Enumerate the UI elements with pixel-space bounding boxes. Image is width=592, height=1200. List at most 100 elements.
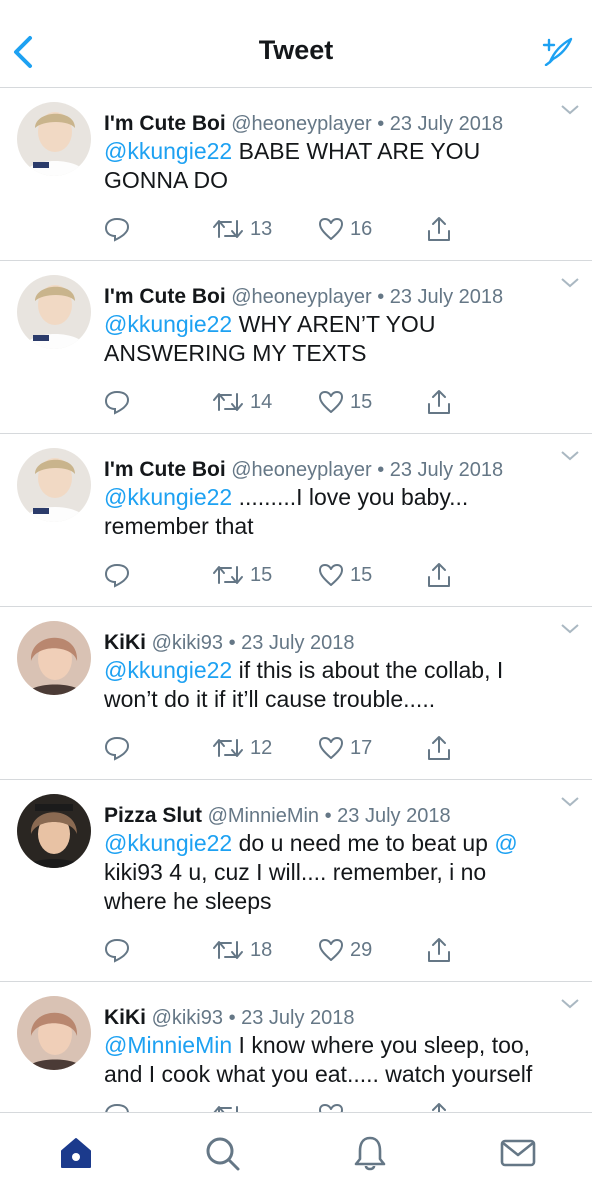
avatar[interactable]: [17, 621, 91, 695]
tweet-date: 23 July 2018: [337, 805, 451, 827]
share-button[interactable]: [426, 733, 452, 763]
dot-separator: •: [228, 632, 242, 654]
tweet-header: I'm Cute Boi @heoneyplayer • 23 July 201…: [104, 458, 552, 482]
chevron-down-icon[interactable]: [560, 104, 580, 116]
reply-button[interactable]: [104, 387, 130, 417]
tweet-item[interactable]: KiKi @kiki93 • 23 July 2018 @kkungie22 i…: [0, 607, 592, 780]
mention-link[interactable]: @kkungie22: [104, 830, 232, 856]
mention-link[interactable]: @MinnieMin: [104, 1032, 232, 1058]
user-handle[interactable]: @heoneyplayer: [231, 286, 371, 308]
reply-button[interactable]: [104, 1100, 130, 1112]
tweet-header: KiKi @kiki93 • 23 July 2018: [104, 631, 552, 655]
top-navigation-bar: Tweet: [0, 0, 592, 88]
tweet-item[interactable]: I'm Cute Boi @heoneyplayer • 23 July 201…: [0, 261, 592, 434]
tweet-text: @kkungie22 BABE WHAT ARE YOU GONNA DO: [104, 138, 481, 193]
retweet-count: 18: [250, 938, 273, 961]
like-button[interactable]: [318, 1100, 344, 1112]
search-icon[interactable]: [202, 1133, 242, 1173]
user-handle[interactable]: @kiki93: [152, 1007, 223, 1029]
tweet-actions: 14 15: [104, 387, 592, 417]
chevron-down-icon[interactable]: [560, 796, 580, 808]
chevron-down-icon[interactable]: [560, 277, 580, 289]
retweet-button[interactable]: [212, 1100, 244, 1112]
display-name[interactable]: KiKi: [104, 1006, 146, 1029]
tweet-item[interactable]: KiKi @kiki93 • 23 July 2018 @MinnieMin I…: [0, 982, 592, 1112]
display-name[interactable]: I'm Cute Boi: [104, 458, 226, 481]
share-button[interactable]: [426, 560, 452, 590]
reply-button[interactable]: [104, 214, 130, 244]
retweet-count: 12: [250, 736, 273, 759]
reply-icon: [104, 217, 130, 242]
notifications-icon[interactable]: [350, 1133, 390, 1173]
tweet-header: Pizza Slut @MinnieMin • 23 July 2018: [104, 804, 552, 828]
like-button[interactable]: 17: [318, 733, 372, 763]
heart-icon: [319, 939, 343, 961]
messages-icon[interactable]: [498, 1133, 538, 1173]
tweet-date: 23 July 2018: [389, 459, 504, 481]
share-icon: [428, 217, 450, 241]
tweet-actions: 15 15: [104, 560, 592, 590]
reply-button[interactable]: [104, 560, 130, 590]
dot-separator: •: [324, 805, 338, 827]
display-name[interactable]: KiKi: [104, 631, 146, 654]
user-handle[interactable]: @kiki93: [152, 632, 223, 654]
share-icon: [428, 563, 450, 587]
home-icon[interactable]: [56, 1133, 96, 1173]
retweet-button[interactable]: 18: [212, 935, 272, 965]
retweet-count: 13: [250, 217, 273, 240]
tweet-header: KiKi @kiki93 • 23 July 2018: [104, 1006, 552, 1030]
heart-icon: [319, 218, 343, 240]
mention-link[interactable]: @kkungie22: [104, 311, 232, 337]
display-name[interactable]: I'm Cute Boi: [104, 112, 226, 135]
mention-link[interactable]: @kkungie22: [104, 138, 232, 164]
tweet-item[interactable]: I'm Cute Boi @heoneyplayer • 23 July 201…: [0, 434, 592, 607]
retweet-icon: [213, 941, 243, 959]
like-button[interactable]: 15: [318, 387, 372, 417]
mention-link[interactable]: @kkungie22: [104, 657, 232, 683]
retweet-count: 14: [250, 390, 273, 413]
reply-icon: [104, 736, 130, 761]
share-button[interactable]: [426, 1100, 452, 1112]
display-name[interactable]: Pizza Slut: [104, 804, 202, 827]
avatar[interactable]: [17, 102, 91, 176]
tweet-date: 23 July 2018: [389, 113, 504, 135]
user-handle[interactable]: @heoneyplayer: [231, 113, 371, 135]
user-handle[interactable]: @MinnieMin: [208, 805, 319, 827]
display-name[interactable]: I'm Cute Boi: [104, 285, 226, 308]
reply-button[interactable]: [104, 935, 130, 965]
mention-link[interactable]: @: [494, 830, 517, 856]
retweet-button[interactable]: 14: [212, 387, 272, 417]
tweet-text: @MinnieMin I know where you sleep, too, …: [104, 1032, 533, 1087]
compose-tweet-icon[interactable]: [542, 36, 574, 66]
heart-icon: [319, 391, 343, 413]
retweet-button[interactable]: 13: [212, 214, 272, 244]
reply-button[interactable]: [104, 733, 130, 763]
tweet-date: 23 July 2018: [241, 1007, 355, 1029]
chevron-down-icon[interactable]: [560, 998, 580, 1010]
chevron-down-icon[interactable]: [560, 450, 580, 462]
retweet-icon: [213, 220, 243, 238]
like-count: 29: [350, 938, 373, 961]
avatar[interactable]: [17, 996, 91, 1070]
retweet-button[interactable]: 12: [212, 733, 272, 763]
tweet-text: @kkungie22 if this is about the collab, …: [104, 657, 504, 712]
retweet-button[interactable]: 15: [212, 560, 272, 590]
tweet-item[interactable]: Pizza Slut @MinnieMin • 23 July 2018 @kk…: [0, 780, 592, 982]
like-button[interactable]: 15: [318, 560, 372, 590]
share-button[interactable]: [426, 387, 452, 417]
avatar[interactable]: [17, 794, 91, 868]
user-handle[interactable]: @heoneyplayer: [231, 459, 371, 481]
share-button[interactable]: [426, 935, 452, 965]
avatar[interactable]: [17, 275, 91, 349]
share-button[interactable]: [426, 214, 452, 244]
reply-icon: [104, 390, 130, 415]
mention-link[interactable]: @kkungie22: [104, 484, 232, 510]
like-button[interactable]: 29: [318, 935, 372, 965]
share-icon: [428, 938, 450, 962]
avatar[interactable]: [17, 448, 91, 522]
retweet-icon: [213, 393, 243, 411]
tweet-actions: 12 17: [104, 733, 592, 763]
like-button[interactable]: 16: [318, 214, 372, 244]
chevron-down-icon[interactable]: [560, 623, 580, 635]
tweet-item[interactable]: I'm Cute Boi @heoneyplayer • 23 July 201…: [0, 88, 592, 261]
